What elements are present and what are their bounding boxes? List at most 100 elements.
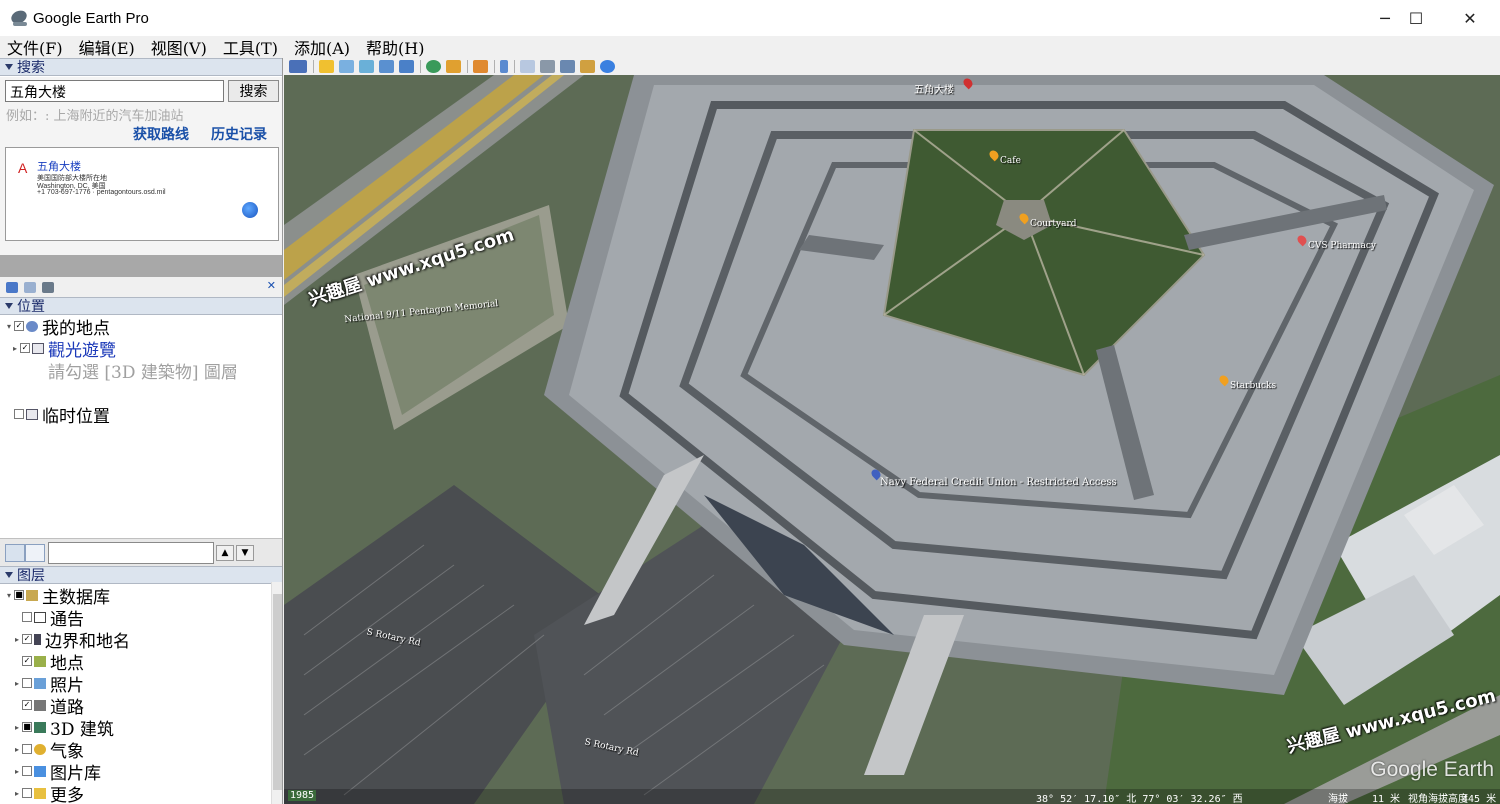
layers-header[interactable]: 图层 bbox=[0, 566, 282, 584]
search-icon[interactable] bbox=[5, 544, 25, 562]
history-link[interactable]: 历史记录 bbox=[211, 124, 267, 144]
label-starbucks[interactable]: Starbucks bbox=[1230, 381, 1276, 391]
expand-arrow-icon[interactable]: ▾ bbox=[4, 322, 14, 331]
layers-scrollbar[interactable] bbox=[271, 582, 282, 804]
tree-item-sightseeing[interactable]: ▸ ✓ 觀光遊覽 bbox=[10, 337, 116, 361]
layer-more[interactable]: ▸ 更多 bbox=[12, 782, 84, 804]
checkbox[interactable] bbox=[22, 678, 32, 688]
close-button[interactable]: ✕ bbox=[1447, 0, 1493, 36]
historical-imagery-icon[interactable] bbox=[426, 60, 441, 73]
label-navy-federal[interactable]: Navy Federal Credit Union - Restricted A… bbox=[880, 477, 1117, 488]
overlay-icon[interactable] bbox=[379, 60, 394, 73]
layers-header-label: 图层 bbox=[17, 568, 45, 584]
checkbox[interactable]: ✓ bbox=[14, 321, 24, 331]
places-header[interactable]: 位置 bbox=[0, 297, 282, 315]
layer-roads[interactable]: ✓ 道路 bbox=[12, 694, 84, 718]
menu-view[interactable]: 视图(V) bbox=[148, 35, 210, 59]
layer-3d-buildings[interactable]: ▸ ■ 3D 建筑 bbox=[12, 716, 114, 740]
more-icon bbox=[34, 787, 46, 799]
tree-item-label: 請勾選 [3D 建築物] 圖層 bbox=[48, 362, 238, 383]
move-up-icon[interactable]: ▲ bbox=[216, 545, 234, 561]
result-contact: +1 703-697-1776 · pentagontours.osd.mil bbox=[37, 189, 166, 196]
search-example: 例如：: 上海附近的汽车加油站 bbox=[6, 109, 184, 124]
checkbox[interactable] bbox=[22, 788, 32, 798]
menu-file[interactable]: 文件(F) bbox=[4, 35, 66, 59]
search-panel: 五角大楼 搜索 例如：: 上海附近的汽车加油站 获取路线 历史记录 A 五角大楼… bbox=[0, 77, 282, 296]
google-earth-window: Google Earth Pro ─ ☐ ✕ 文件(F) 编辑(E) 视图(V)… bbox=[0, 0, 1500, 804]
checkbox[interactable] bbox=[22, 744, 32, 754]
layer-places[interactable]: ✓ 地点 bbox=[12, 650, 84, 674]
flag-icon bbox=[34, 633, 41, 645]
checkbox[interactable]: ■ bbox=[14, 590, 24, 600]
move-down-icon[interactable]: ▼ bbox=[236, 545, 254, 561]
scrollbar-thumb[interactable] bbox=[273, 594, 282, 790]
search-input[interactable]: 五角大楼 bbox=[5, 80, 224, 102]
layer-photos[interactable]: ▸ 照片 bbox=[12, 672, 84, 696]
menu-add[interactable]: 添加(A) bbox=[291, 35, 353, 59]
checkbox[interactable]: ✓ bbox=[22, 656, 32, 666]
movie-maker-icon[interactable] bbox=[580, 60, 595, 73]
save-image-icon[interactable] bbox=[560, 60, 575, 73]
layer-gallery[interactable]: ▸ 图片库 bbox=[12, 760, 101, 784]
checkbox[interactable] bbox=[22, 766, 32, 776]
planets-icon[interactable] bbox=[473, 60, 488, 73]
checkbox[interactable] bbox=[14, 409, 24, 419]
status-bar: 1985 38° 52′ 17.10″ 北 77° 03′ 32.26″ 西 海… bbox=[284, 789, 1500, 804]
copy-icon[interactable] bbox=[24, 281, 36, 293]
map-view[interactable]: 兴趣屋 www.xqu5.com 兴趣屋 www.xqu5.com 五角大楼 N… bbox=[284, 75, 1500, 804]
record-tour-icon[interactable] bbox=[399, 60, 414, 73]
elevation-value: 11 米 bbox=[1372, 794, 1401, 804]
map-toolbar bbox=[284, 58, 1500, 75]
email-icon[interactable] bbox=[520, 60, 535, 73]
sidebar-toggle-icon[interactable] bbox=[289, 60, 307, 73]
label-courtyard[interactable]: Courtyard bbox=[1030, 219, 1077, 229]
eye-altitude-label: 视角海拔高度 bbox=[1408, 794, 1468, 804]
menu-tools[interactable]: 工具(T) bbox=[220, 35, 281, 59]
tree-item-label: 临时位置 bbox=[42, 406, 110, 427]
historical-year[interactable]: 1985 bbox=[288, 790, 317, 801]
sunlight-icon[interactable] bbox=[446, 60, 461, 73]
places-toolbar: ✕ bbox=[0, 277, 282, 297]
path-icon[interactable] bbox=[359, 60, 374, 73]
checkbox[interactable]: ✓ bbox=[22, 700, 32, 710]
result-title[interactable]: 五角大楼 bbox=[37, 158, 81, 174]
checkbox[interactable] bbox=[22, 612, 32, 622]
globe-icon[interactable] bbox=[242, 202, 258, 218]
menu-bar: 文件(F) 编辑(E) 视图(V) 工具(T) 添加(A) 帮助(H) bbox=[0, 36, 1500, 58]
database-icon bbox=[26, 589, 38, 601]
expand-arrow-icon[interactable]: ▸ bbox=[10, 344, 20, 353]
google-maps-icon[interactable] bbox=[600, 60, 615, 73]
add-folder-icon[interactable] bbox=[6, 281, 18, 293]
layer-primary-database[interactable]: ▾ ■ 主数据库 bbox=[4, 584, 110, 608]
checkbox[interactable]: ✓ bbox=[22, 634, 32, 644]
placemark-icon[interactable] bbox=[319, 60, 334, 73]
layer-borders[interactable]: ▸ ✓ 边界和地名 bbox=[12, 628, 130, 652]
menu-edit[interactable]: 编辑(E) bbox=[76, 35, 138, 59]
label-cvs[interactable]: CVS Pharmacy bbox=[1308, 241, 1376, 251]
tree-item-my-places[interactable]: ▾ ✓ 我的地点 bbox=[4, 315, 110, 339]
label-pentagon[interactable]: 五角大楼 bbox=[914, 81, 954, 96]
panel-toggle-icon[interactable] bbox=[25, 544, 45, 562]
print-icon[interactable] bbox=[42, 281, 54, 293]
layer-announcements[interactable]: 通告 bbox=[12, 606, 84, 630]
building-icon bbox=[34, 721, 46, 733]
window-title: Google Earth Pro bbox=[33, 9, 149, 27]
search-header-label: 搜索 bbox=[17, 60, 45, 76]
layer-filter-input[interactable] bbox=[48, 542, 214, 564]
checkbox[interactable]: ✓ bbox=[20, 343, 30, 353]
polygon-icon[interactable] bbox=[339, 60, 354, 73]
envelope-icon bbox=[34, 611, 46, 623]
checkbox[interactable]: ■ bbox=[22, 722, 32, 732]
tree-item-temporary-places[interactable]: 临时位置 bbox=[4, 403, 110, 427]
close-icon[interactable]: ✕ bbox=[267, 279, 276, 292]
layer-weather[interactable]: ▸ 气象 bbox=[12, 738, 84, 762]
result-marker: A bbox=[18, 160, 28, 176]
search-header[interactable]: 搜索 bbox=[0, 58, 282, 76]
menu-help[interactable]: 帮助(H) bbox=[363, 35, 427, 59]
label-cafe[interactable]: Cafe bbox=[1000, 156, 1021, 166]
print-icon[interactable] bbox=[540, 60, 555, 73]
ruler-icon[interactable] bbox=[500, 60, 508, 73]
get-directions-link[interactable]: 获取路线 bbox=[133, 124, 189, 144]
search-button[interactable]: 搜索 bbox=[228, 80, 279, 102]
maximize-button[interactable]: ☐ bbox=[1393, 0, 1439, 36]
